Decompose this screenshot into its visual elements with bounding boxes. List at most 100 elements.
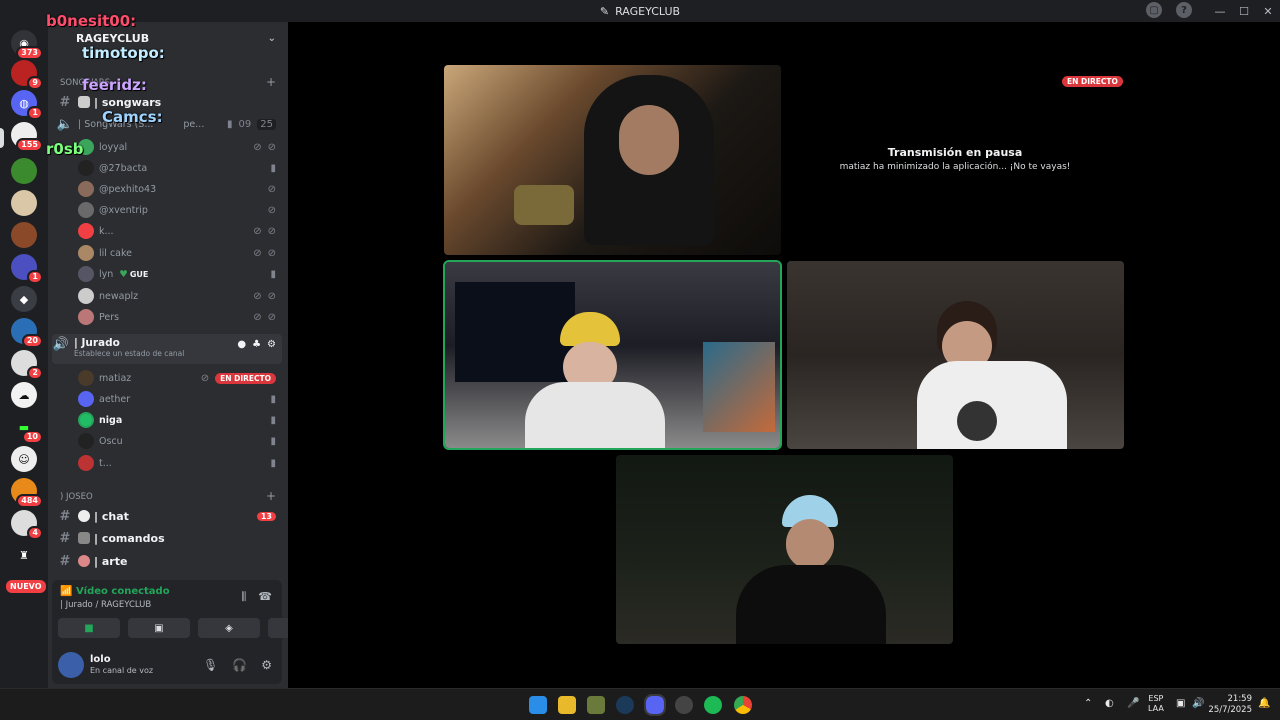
video-tile-participant[interactable] bbox=[616, 455, 953, 644]
unread-badge: 2 bbox=[27, 366, 43, 380]
server-icon[interactable] bbox=[11, 158, 37, 184]
user-name: lil cake bbox=[99, 247, 132, 259]
server-icon[interactable]: ☁ bbox=[11, 382, 37, 408]
voice-user[interactable]: @27bacta ▮ bbox=[56, 158, 282, 178]
app-icon[interactable] bbox=[675, 696, 693, 714]
camera-icon: ▮ bbox=[270, 393, 276, 405]
steam-icon[interactable] bbox=[616, 696, 634, 714]
server-icon[interactable]: ☺ bbox=[11, 446, 37, 472]
channel-status-hint[interactable]: Establece un estado de canal bbox=[74, 349, 184, 358]
mention-badge: 13 bbox=[256, 511, 276, 521]
file-explorer-icon[interactable] bbox=[558, 696, 576, 714]
channel-label: | arte bbox=[94, 554, 128, 568]
server-icon[interactable]: ♜ bbox=[11, 542, 37, 568]
server-icon[interactable]: 9 bbox=[11, 60, 43, 90]
paused-stream-tile[interactable] bbox=[787, 65, 1124, 255]
overlay-chat-name: feeridz: bbox=[82, 76, 147, 94]
voice-user[interactable]: k... ⊘ ⊘ bbox=[56, 221, 282, 241]
server-icon[interactable]: 4 bbox=[11, 510, 43, 540]
voice-user[interactable]: t... ▮ bbox=[56, 453, 282, 473]
server-icon[interactable] bbox=[11, 190, 37, 216]
mic-muted-icon: ⊘ bbox=[267, 204, 276, 216]
voice-user[interactable]: Oscu ▮ bbox=[56, 431, 282, 451]
inbox-icon[interactable]: ▢ bbox=[1146, 2, 1162, 18]
voice-user[interactable]: aether ▮ bbox=[56, 389, 282, 409]
voice-user[interactable]: lyn ♥ GUE ▮ bbox=[56, 264, 282, 284]
pin-icon bbox=[78, 532, 90, 544]
video-tile-participant[interactable] bbox=[444, 65, 781, 255]
server-icon[interactable]: 1 bbox=[11, 254, 43, 284]
direct-messages-icon[interactable]: ◉ 373 bbox=[11, 30, 43, 60]
server-icon[interactable]: 155 bbox=[11, 122, 43, 152]
volume-icon[interactable]: 🔊 bbox=[1192, 698, 1204, 709]
help-icon[interactable]: ? bbox=[1176, 2, 1192, 18]
invite-icon[interactable]: ♣ bbox=[252, 339, 261, 350]
discord-icon[interactable] bbox=[644, 694, 666, 716]
voice-location[interactable]: | Jurado / RAGEYCLUB bbox=[60, 600, 151, 610]
add-channel-icon[interactable]: + bbox=[266, 75, 276, 89]
server-icon[interactable]: 484 bbox=[11, 478, 43, 508]
chat-icon[interactable]: ● bbox=[237, 339, 246, 350]
chrome-icon[interactable] bbox=[734, 696, 752, 714]
channel-comandos[interactable]: # | comandos bbox=[56, 528, 282, 548]
gear-icon[interactable]: ⚙ bbox=[261, 658, 272, 672]
notification-bell-icon[interactable]: 🔔 bbox=[1258, 698, 1270, 709]
activity-button[interactable]: ◈ bbox=[198, 618, 260, 638]
video-tile-participant-speaking[interactable] bbox=[443, 260, 782, 450]
clock[interactable]: 21:59 25/7/2025 bbox=[1208, 694, 1252, 716]
voice-user[interactable]: @xventrip ⊘ bbox=[56, 200, 282, 220]
chevron-up-icon[interactable]: ⌃ bbox=[1084, 698, 1092, 709]
gear-icon[interactable]: ⚙ bbox=[267, 339, 276, 350]
voice-user[interactable]: newaplz ⊘ ⊘ bbox=[56, 286, 282, 306]
server-icon[interactable]: 2 bbox=[11, 350, 43, 380]
app-icon[interactable] bbox=[587, 696, 605, 714]
hash-icon: # bbox=[59, 553, 71, 569]
user-name[interactable]: lolo bbox=[90, 654, 111, 665]
disconnect-icon[interactable]: ☎ bbox=[258, 590, 272, 604]
screen-share-button[interactable]: ▣ bbox=[128, 618, 190, 638]
language-indicator[interactable]: ESP LAA bbox=[1148, 694, 1164, 714]
channel-jurado-voice[interactable]: 🔊 | Jurado Establece un estado de canal … bbox=[52, 334, 282, 364]
server-icon[interactable]: ▬ 10 bbox=[11, 414, 43, 444]
server-icon[interactable]: 20 bbox=[11, 318, 43, 348]
noise-suppression-icon[interactable]: ⫼ bbox=[241, 590, 246, 604]
speech-bubble-icon bbox=[78, 510, 90, 522]
start-icon[interactable] bbox=[529, 696, 547, 714]
window-background bbox=[455, 282, 575, 382]
voice-status[interactable]: 📶 Vídeo conectado bbox=[60, 586, 170, 597]
category-header[interactable]: ) JOSEO bbox=[60, 492, 93, 502]
add-channel-icon[interactable]: + bbox=[266, 489, 276, 503]
stream-paused-subtitle: matiaz ha minimizado la aplicación... ¡N… bbox=[839, 162, 1071, 172]
voice-user[interactable]: loyyal ⊘ ⊘ bbox=[56, 137, 282, 157]
voice-user[interactable]: Pers ⊘ ⊘ bbox=[56, 307, 282, 327]
network-app-icon[interactable]: ◐ bbox=[1105, 698, 1114, 709]
user-name: Pers bbox=[99, 311, 120, 323]
close-button[interactable]: ✕ bbox=[1256, 0, 1280, 22]
server-icon[interactable]: ◆ bbox=[11, 286, 37, 312]
new-servers-badge[interactable]: NUEVO bbox=[6, 580, 46, 593]
voice-user[interactable]: @pexhito43 ⊘ bbox=[56, 179, 282, 199]
camera-button[interactable]: ■ bbox=[58, 618, 120, 638]
voice-user[interactable]: matiaz ⊘ EN DIRECTO bbox=[56, 368, 282, 388]
microphone-icon[interactable]: 🎙 bbox=[203, 658, 218, 672]
network-icon[interactable]: ▣ bbox=[1176, 698, 1185, 709]
channel-arte[interactable]: # | arte bbox=[56, 551, 282, 571]
headphones-icon[interactable]: 🎧 bbox=[232, 658, 247, 672]
channel-chat[interactable]: # | chat 13 bbox=[56, 506, 282, 526]
server-icon[interactable]: ◍ 1 bbox=[11, 90, 43, 120]
shirt-graphic bbox=[957, 401, 997, 441]
live-badge[interactable]: EN DIRECTO bbox=[215, 372, 276, 384]
microphone-icon[interactable]: 🎤 bbox=[1127, 698, 1139, 709]
maximize-button[interactable]: ☐ bbox=[1232, 0, 1256, 22]
palette-icon bbox=[78, 555, 90, 567]
channel-songwars-text[interactable]: # | songwars bbox=[56, 92, 282, 112]
voice-user[interactable]: niga ▮ bbox=[56, 410, 282, 430]
user-name: k... bbox=[99, 225, 114, 237]
avatar[interactable] bbox=[58, 652, 84, 678]
channel-songwars-voice[interactable]: 🔈 | SongWars (S... pe... ▮ 09 25 bbox=[56, 114, 282, 134]
spotify-icon[interactable] bbox=[704, 696, 722, 714]
voice-user[interactable]: lil cake ⊘ ⊘ bbox=[56, 243, 282, 263]
video-tile-participant[interactable] bbox=[787, 261, 1124, 449]
server-icon[interactable] bbox=[11, 222, 37, 248]
minimize-button[interactable]: — bbox=[1208, 0, 1232, 22]
